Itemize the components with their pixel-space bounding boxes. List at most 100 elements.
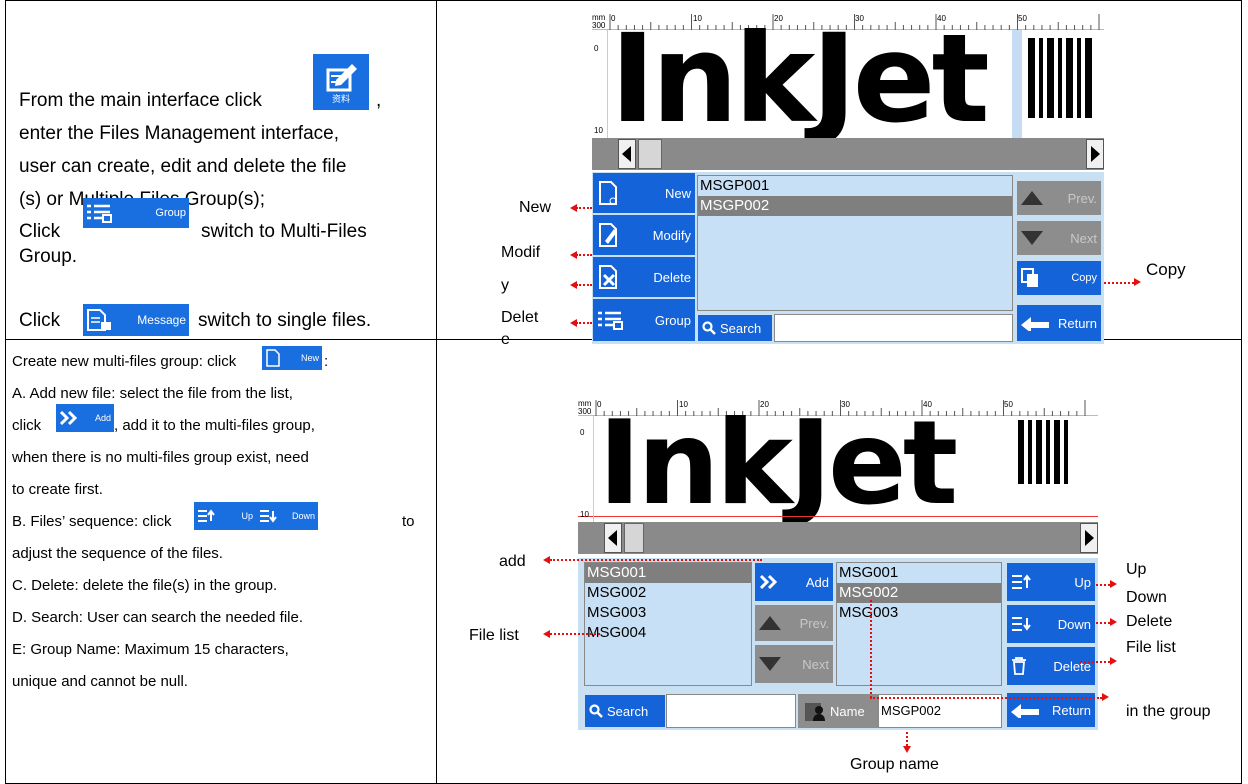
sec2-l11: unique and cannot be null. [12,673,188,690]
name-label-box: Name [798,694,878,728]
list-item[interactable]: MSG004 [585,623,751,643]
list-item[interactable]: MSG001 [837,563,1001,583]
list-item[interactable]: MSG003 [837,603,1001,623]
horizontal-scrollbar-2[interactable] [578,522,1098,554]
scroll-thumb-2[interactable] [624,523,644,553]
list-item-selected[interactable]: MSG001 [585,563,751,583]
up-button[interactable]: Up [1006,562,1096,602]
group-name-input[interactable]: MSGP002 [878,694,1002,728]
line-group-name [906,732,908,746]
move-up-icon-2 [1012,574,1031,589]
file-list[interactable]: MSG001 MSG002 MSG003 MSG004 [584,562,752,686]
ann-add: add [499,553,526,570]
modify-button[interactable]: Modify [592,214,696,256]
arrow-up [1110,580,1117,588]
scroll-left-arrow-2[interactable] [604,523,622,553]
up-button-image-label: Up [241,511,253,521]
move-up-icon [198,509,215,522]
arrow-delete-2 [1110,657,1117,665]
document-page: From the main interface click 资料 , enter… [0,0,1248,784]
group-button-label-2: Group [654,312,691,328]
search-button-2[interactable]: Search [584,694,666,728]
group-button[interactable]: Group [592,298,696,342]
line-up [1096,584,1110,586]
prev-button-label-2: Prev. [799,615,829,631]
next-button-label: Next [1070,230,1097,246]
list-item-selected[interactable]: MSG002 [837,583,1001,603]
sec2-l3a: click [12,417,42,434]
barcode-graphic [1028,38,1092,118]
next-button-2[interactable]: Next [754,644,834,684]
scroll-left-arrow[interactable] [618,139,636,169]
move-down-icon-2 [1012,617,1031,631]
sec2-l1-end: : [324,353,329,370]
copy-button[interactable]: Copy [1016,260,1102,296]
left-ruler-2: 0 10 [578,416,594,526]
sec1-line3: user can create, edit and delete the fil… [19,156,347,177]
scroll-right-arrow[interactable] [1086,139,1104,169]
group-file-list[interactable]: MSGP001 MSGP002 [697,175,1013,311]
line-delete-2 [1080,661,1110,663]
ann-new: New [519,199,552,216]
prev-button-2[interactable]: Prev. [754,604,834,642]
search-button[interactable]: Search [697,314,773,342]
add-button[interactable]: Add [754,562,834,602]
sec2-l9: D. Search: User can search the needed fi… [12,609,303,626]
user-name-icon [805,703,825,721]
sec2-l10: E: Group Name: Maximum 15 characters, [12,641,289,658]
sec2-l1: Create new multi-files group: click [12,353,237,370]
group-button-image: Group [83,198,189,228]
scroll-right-arrow-2[interactable] [1080,523,1098,553]
list-item[interactable]: MSGP001 [698,176,1012,196]
delete-button[interactable]: Delete [592,256,696,298]
up-triangle-icon [1021,191,1043,205]
edit-file-icon [599,223,617,247]
down-button-image: Down [256,502,318,530]
search-input-2[interactable] [666,694,796,728]
sec2-l3b: , add it to the multi-files group, [114,417,315,434]
print-preview-canvas-2[interactable]: InkJet [578,400,1098,531]
search-input[interactable] [774,314,1013,342]
search-icon-2 [589,704,603,718]
list-item[interactable]: MSG003 [585,603,751,623]
double-chevron-icon [59,410,78,426]
prev-button[interactable]: Prev. [1016,180,1102,216]
new-button-label: New [664,185,691,201]
list-icon [87,204,112,223]
down-triangle-icon-2 [759,657,781,671]
lruler2-num-0: 0 [580,428,585,437]
down-button-label: Down [1057,616,1091,632]
sec1-line2: enter the Files Management interface, [19,123,340,144]
return-button-label: Return [1057,315,1097,331]
line-group-list-h [870,697,1102,699]
next-button[interactable]: Next [1016,220,1102,256]
ann-in-group: in the group [1126,703,1211,720]
horizontal-scrollbar[interactable] [592,138,1104,170]
copy-button-label: Copy [1071,272,1097,284]
ruler-num-50: 50 [1018,14,1027,23]
down-button[interactable]: Down [1006,604,1096,644]
sec1-group-word: Group. [19,246,78,267]
data-icon-label: 资料 [331,94,350,104]
line-down [1096,622,1110,624]
return-button[interactable]: Return [1016,304,1102,342]
sec2-l8: C. Delete: delete the file(s) in the gro… [12,577,278,594]
up-button-image: Up [194,502,256,530]
line-add [550,559,762,561]
new-file-icon-small [266,349,280,367]
scroll-thumb[interactable] [638,139,662,169]
delete-button-2[interactable]: Delete [1006,646,1096,686]
group-files-list[interactable]: MSG001 MSG002 MSG003 [836,562,1002,686]
sec1-line1-end: , [376,90,382,111]
group-name-value: MSGP002 [881,703,941,718]
message-button-image: Message [83,304,189,336]
sec2-l6b: to [402,513,415,530]
line-new [576,207,592,209]
file-management-screen: mm 300 0 10 20 30 40 50 InkJet 0 10 New … [592,14,1104,344]
line-group-list-v [870,600,872,698]
sec2-l6a: B. Files’ sequence: click [12,513,172,530]
list-item-selected[interactable]: MSGP002 [698,196,1012,216]
new-button[interactable]: New [592,172,696,214]
line-delete [576,284,592,286]
list-item[interactable]: MSG002 [585,583,751,603]
